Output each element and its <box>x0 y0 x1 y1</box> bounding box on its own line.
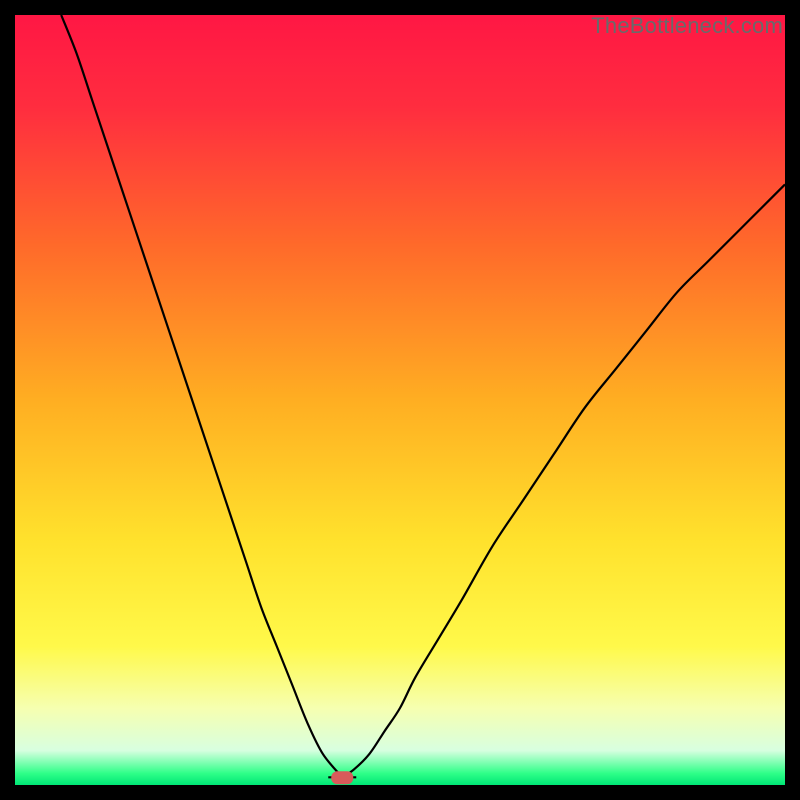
optimal-marker <box>331 771 353 784</box>
bottleneck-chart <box>15 15 785 785</box>
chart-frame: TheBottleneck.com <box>15 15 785 785</box>
watermark-text: TheBottleneck.com <box>591 13 783 39</box>
chart-background <box>15 15 785 785</box>
